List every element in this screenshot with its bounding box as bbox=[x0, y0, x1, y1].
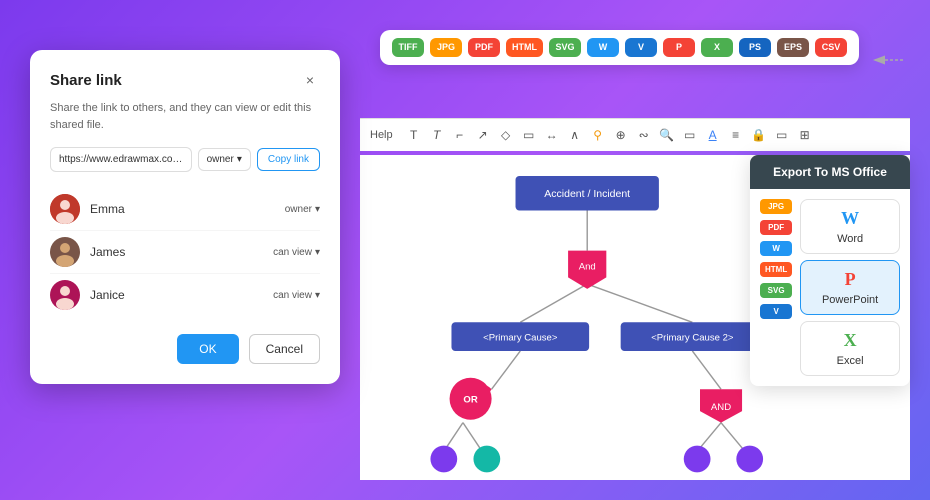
export-sidebar: JPG PDF W HTML SVG V bbox=[760, 199, 792, 376]
text-tool-icon[interactable]: T bbox=[404, 125, 424, 145]
curve-icon[interactable]: ∾ bbox=[634, 125, 654, 145]
export-option-word[interactable]: W Word bbox=[800, 199, 900, 254]
owner-dropdown[interactable]: owner ▾ bbox=[198, 148, 251, 171]
role-chevron-icon: ▾ bbox=[315, 204, 320, 215]
cancel-button[interactable]: Cancel bbox=[249, 334, 320, 364]
badge-visio[interactable]: V bbox=[625, 38, 657, 57]
excel-icon: X bbox=[844, 330, 857, 351]
dialog-header: Share link × bbox=[50, 70, 320, 90]
powerpoint-icon: P bbox=[845, 269, 856, 290]
help-label: Help bbox=[370, 129, 393, 141]
user-row-janice: Janice can view ▾ bbox=[50, 274, 320, 316]
badge-svg[interactable]: SVG bbox=[549, 38, 581, 57]
svg-text:AND: AND bbox=[711, 402, 731, 413]
export-badge-visio[interactable]: V bbox=[760, 304, 792, 319]
export-badge-jpg[interactable]: JPG bbox=[760, 199, 792, 214]
badge-word[interactable]: W bbox=[587, 38, 619, 57]
user-role-james[interactable]: can view ▾ bbox=[273, 247, 320, 258]
export-option-excel-label: Excel bbox=[837, 355, 864, 367]
table-icon[interactable]: ▭ bbox=[680, 125, 700, 145]
user-name-james: James bbox=[90, 245, 273, 259]
arrow-indicator bbox=[868, 50, 908, 75]
shape-icon[interactable]: ◇ bbox=[496, 125, 516, 145]
user-role-emma[interactable]: owner ▾ bbox=[285, 204, 320, 215]
help-toolbar: Help T T ⌐ ↗ ◇ ▭ ↔ ∧ ⚲ ⊕ ∾ 🔍 ▭ A ≡ 🔒 ▭ ⊞ bbox=[360, 118, 910, 151]
badge-eps[interactable]: EPS bbox=[777, 38, 809, 57]
user-row-james: James can view ▾ bbox=[50, 231, 320, 274]
user-list: Emma owner ▾ James can view ▾ Janice can… bbox=[50, 188, 320, 316]
user-role-janice[interactable]: can view ▾ bbox=[273, 290, 320, 301]
resize-icon[interactable]: ↔ bbox=[542, 125, 562, 145]
export-option-powerpoint[interactable]: P PowerPoint bbox=[800, 260, 900, 315]
export-option-powerpoint-label: PowerPoint bbox=[822, 294, 878, 306]
svg-text:<Primary Cause 2>: <Primary Cause 2> bbox=[651, 332, 734, 343]
copy-link-button[interactable]: Copy link bbox=[257, 148, 320, 171]
avatar-james bbox=[50, 237, 80, 267]
link-icon[interactable]: ⊕ bbox=[611, 125, 631, 145]
triangle-icon[interactable]: ∧ bbox=[565, 125, 585, 145]
user-row-emma: Emma owner ▾ bbox=[50, 188, 320, 231]
dialog-footer: OK Cancel bbox=[50, 334, 320, 364]
svg-text:OR: OR bbox=[463, 395, 477, 406]
export-option-word-label: Word bbox=[837, 233, 863, 245]
zoom-icon[interactable]: 🔍 bbox=[657, 125, 677, 145]
text-format-icon[interactable]: T bbox=[427, 125, 447, 145]
svg-text:And: And bbox=[579, 262, 596, 273]
rect-icon[interactable]: ▭ bbox=[519, 125, 539, 145]
word-icon: W bbox=[841, 208, 859, 229]
export-badge-svg[interactable]: SVG bbox=[760, 283, 792, 298]
dialog-description: Share the link to others, and they can v… bbox=[50, 100, 320, 133]
share-dialog: Share link × Share the link to others, a… bbox=[30, 50, 340, 384]
export-options: W Word P PowerPoint X Excel bbox=[800, 199, 900, 376]
arrow-icon[interactable]: ↗ bbox=[473, 125, 493, 145]
corner-icon[interactable]: ⌐ bbox=[450, 125, 470, 145]
badge-csv[interactable]: CSV bbox=[815, 38, 847, 57]
export-panel-content: JPG PDF W HTML SVG V W Word P PowerPoint… bbox=[750, 189, 910, 386]
badge-excel[interactable]: X bbox=[701, 38, 733, 57]
dialog-title: Share link bbox=[50, 72, 122, 89]
export-option-excel[interactable]: X Excel bbox=[800, 321, 900, 376]
badge-ps[interactable]: PS bbox=[739, 38, 771, 57]
role-chevron-icon-james: ▾ bbox=[315, 247, 320, 258]
svg-text:Accident / Incident: Accident / Incident bbox=[544, 188, 630, 200]
link-input[interactable]: https://www.edrawmax.com/online/fil bbox=[50, 147, 192, 172]
fill-icon[interactable]: ⚲ bbox=[588, 125, 608, 145]
user-name-janice: Janice bbox=[90, 288, 273, 302]
export-panel-title: Export To MS Office bbox=[750, 155, 910, 189]
list-icon[interactable]: ≡ bbox=[726, 125, 746, 145]
badge-jpg[interactable]: JPG bbox=[430, 38, 462, 57]
user-name-emma: Emma bbox=[90, 202, 285, 216]
owner-label: owner bbox=[207, 154, 234, 165]
lock-icon[interactable]: 🔒 bbox=[749, 125, 769, 145]
frame-icon[interactable]: ▭ bbox=[772, 125, 792, 145]
grid-icon[interactable]: ⊞ bbox=[795, 125, 815, 145]
export-badge-pdf[interactable]: PDF bbox=[760, 220, 792, 235]
role-chevron-icon-janice: ▾ bbox=[315, 290, 320, 301]
avatar-janice bbox=[50, 280, 80, 310]
dropdown-chevron-icon: ▾ bbox=[237, 154, 242, 165]
ok-button[interactable]: OK bbox=[177, 334, 238, 364]
export-badge-html[interactable]: HTML bbox=[760, 262, 792, 277]
badge-tiff[interactable]: TIFF bbox=[392, 38, 424, 57]
underline-icon[interactable]: A bbox=[703, 125, 723, 145]
svg-text:<Primary Cause>: <Primary Cause> bbox=[483, 332, 558, 343]
avatar-emma bbox=[50, 194, 80, 224]
export-panel: Export To MS Office JPG PDF W HTML SVG V… bbox=[750, 155, 910, 386]
badge-ppt[interactable]: P bbox=[663, 38, 695, 57]
close-button[interactable]: × bbox=[300, 70, 320, 90]
format-toolbar: TIFF JPG PDF HTML SVG W V P X PS EPS CSV bbox=[380, 30, 859, 65]
badge-html[interactable]: HTML bbox=[506, 38, 543, 57]
link-row: https://www.edrawmax.com/online/fil owne… bbox=[50, 147, 320, 172]
badge-pdf[interactable]: PDF bbox=[468, 38, 500, 57]
export-badge-word[interactable]: W bbox=[760, 241, 792, 256]
